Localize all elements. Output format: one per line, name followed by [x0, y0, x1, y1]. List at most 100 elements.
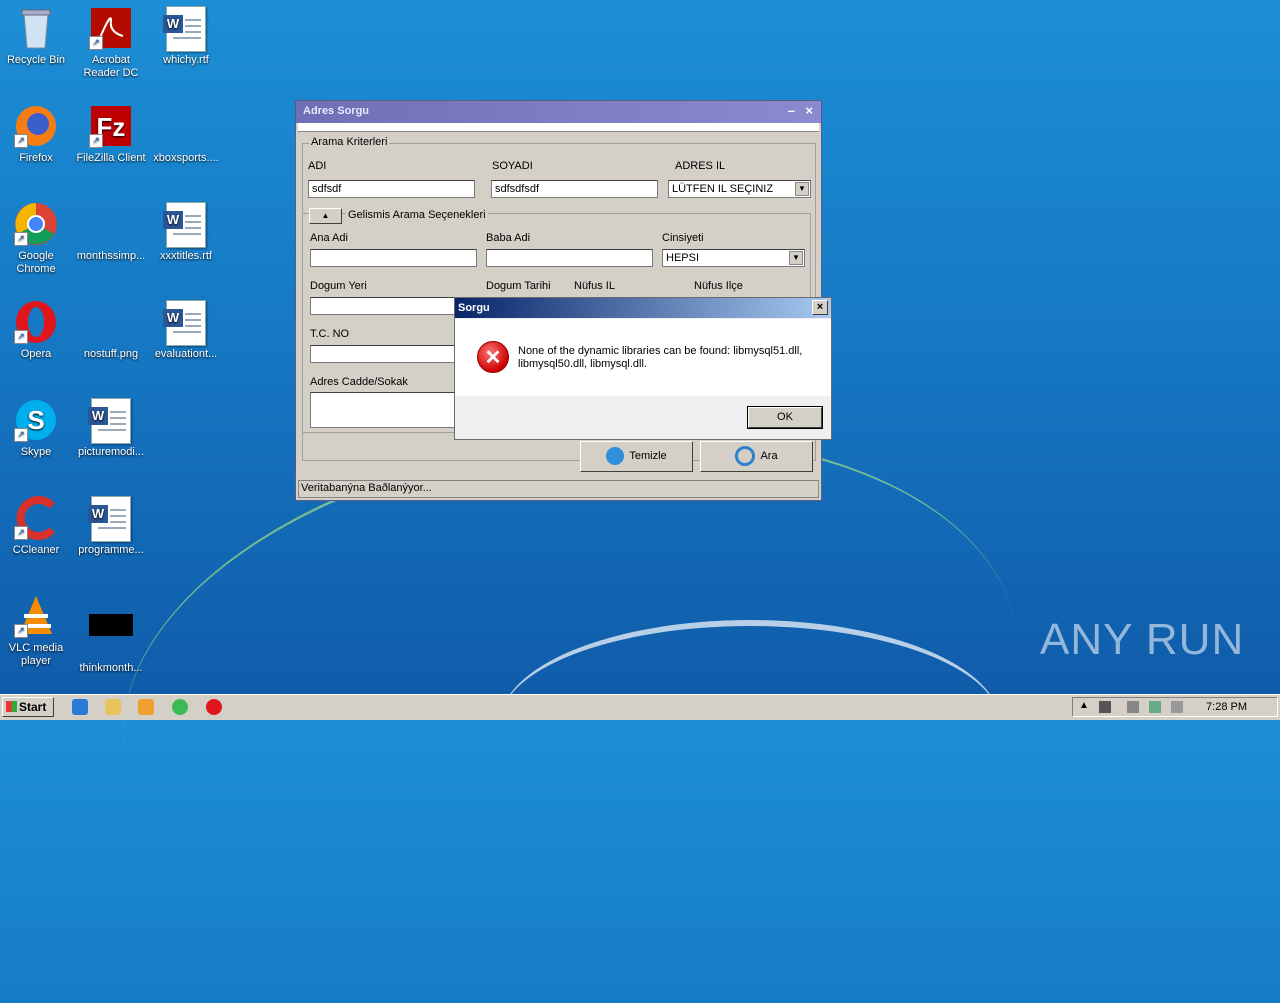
show-hidden-icons-icon[interactable]: ▲ — [1079, 700, 1089, 711]
desktop-icon-chrome[interactable]: ↗ Google Chrome — [0, 202, 72, 276]
ana-adi-label: Ana Adi — [310, 232, 348, 244]
flag-icon[interactable] — [1127, 701, 1139, 713]
shortcut-arrow-icon: ↗ — [89, 134, 103, 148]
desktop-icon-label: nostuff.png — [83, 348, 139, 360]
tc-no-input[interactable] — [310, 345, 477, 363]
tab-strip — [298, 123, 819, 132]
ara-button[interactable]: Ara — [700, 441, 813, 472]
desktop-icon-label: picturemodi... — [77, 446, 145, 458]
advanced-legend: Gelismis Arama Seçenekleri — [346, 209, 488, 221]
blank-file-icon — [89, 202, 133, 246]
temizle-button[interactable]: Temizle — [580, 441, 693, 472]
desktop-icon-skype[interactable]: S ↗ Skype — [0, 398, 72, 459]
adres-il-select[interactable]: LÜTFEN IL SEÇINIZ ▼ — [668, 180, 811, 198]
collapse-advanced-button[interactable]: ▲ — [309, 208, 342, 224]
cinsiyeti-value: HEPSI — [666, 252, 700, 264]
opera-taskbar-icon[interactable] — [206, 699, 222, 715]
chrome-icon: ↗ — [14, 202, 58, 246]
shortcut-arrow-icon: ↗ — [14, 428, 28, 442]
adres-cadde-input[interactable] — [310, 392, 477, 428]
desktop-icon-acrobat[interactable]: ↗ Acrobat Reader DC — [75, 6, 147, 80]
clock[interactable]: 7:28 PM — [1206, 701, 1247, 713]
chevron-down-icon[interactable]: ▼ — [789, 251, 803, 265]
security-icon[interactable] — [1099, 701, 1111, 713]
word-doc-icon: W — [88, 496, 133, 542]
skype-icon: S ↗ — [14, 398, 58, 442]
volume-icon[interactable] — [1171, 701, 1183, 713]
nufus-ilce-label: Nüfus Ilçe — [694, 280, 743, 292]
baba-adi-input[interactable] — [486, 249, 653, 267]
ok-button[interactable]: OK — [747, 406, 823, 429]
cinsiyeti-label: Cinsiyeti — [662, 232, 704, 244]
chrome-taskbar-icon[interactable] — [172, 699, 188, 715]
desktop-icon-label: xxxtitles.rtf — [160, 250, 212, 262]
ie-icon[interactable] — [72, 699, 88, 715]
explorer-icon[interactable] — [105, 699, 121, 715]
close-button[interactable]: × — [805, 101, 813, 121]
dialog-title: Sorgu — [458, 302, 490, 314]
ana-adi-input[interactable] — [310, 249, 477, 267]
desktop-icon-programme[interactable]: W programme... — [75, 496, 147, 557]
window-titlebar[interactable]: Adres Sorgu – × — [296, 101, 821, 123]
word-doc-icon: W — [163, 202, 208, 248]
desktop-icon-vlc[interactable]: ↗ VLC media player — [0, 594, 72, 668]
error-icon: ✕ — [477, 341, 509, 373]
desktop-icon-opera[interactable]: ↗ Opera — [0, 300, 72, 361]
taskbar: Start ▲ 7:28 PM — [0, 694, 1280, 720]
tc-no-label: T.C. NO — [310, 328, 350, 340]
dialog-close-button[interactable]: × — [812, 300, 828, 315]
shortcut-arrow-icon: ↗ — [14, 134, 28, 148]
desktop-icon-ccleaner[interactable]: ↗ CCleaner — [0, 496, 72, 557]
adres-il-value: LÜTFEN IL SEÇINIZ — [672, 183, 774, 195]
desktop-icon-label: evaluationt... — [154, 348, 218, 360]
desktop-icon-label: FileZilla Client — [76, 152, 146, 164]
desktop-icon-firefox[interactable]: ↗ Firefox — [0, 104, 72, 165]
dogum-yeri-input[interactable] — [310, 297, 477, 315]
soyadi-input[interactable]: sdfsdfsdf — [491, 180, 658, 198]
dogum-tarihi-label: Dogum Tarihi — [486, 280, 551, 292]
dialog-body: ✕ None of the dynamic libraries can be f… — [455, 319, 831, 396]
desktop-icon-label: xboxsports.... — [153, 152, 219, 164]
desktop-icon-filezilla[interactable]: Fz ↗ FileZilla Client — [75, 104, 147, 165]
desktop-icon-monthssimp[interactable]: monthssimp... — [75, 202, 147, 263]
desktop-icon-xxxtitles[interactable]: W xxxtitles.rtf — [150, 202, 222, 263]
desktop-icon-label: Firefox — [19, 152, 53, 164]
minimize-button[interactable]: – — [788, 101, 795, 121]
adi-input[interactable]: sdfsdf — [308, 180, 475, 198]
desktop-icon-label: Acrobat Reader DC — [83, 54, 139, 79]
desktop-icon-thinkmonth[interactable]: thinkmonth... — [75, 594, 147, 675]
dialog-titlebar[interactable]: Sorgu × — [455, 298, 831, 318]
desktop-icon-label: whichy.rtf — [163, 54, 209, 66]
desktop-icon-label: Opera — [20, 348, 52, 360]
desktop-icon-xboxsports[interactable]: xboxsports.... — [150, 104, 222, 165]
filezilla-icon: Fz ↗ — [89, 104, 133, 148]
desktop-icon-nostuff[interactable]: nostuff.png — [75, 300, 147, 361]
network-icon[interactable] — [1149, 701, 1161, 713]
desktop-icon-label: CCleaner — [12, 544, 60, 556]
windows-logo-icon — [6, 701, 17, 712]
refresh-icon — [606, 447, 625, 466]
chevron-down-icon[interactable]: ▼ — [795, 182, 809, 196]
ccleaner-icon: ↗ — [14, 496, 58, 540]
desktop-icon-whichy[interactable]: W whichy.rtf — [150, 6, 222, 67]
desktop-icon-evaluationt[interactable]: W evaluationt... — [150, 300, 222, 361]
dogum-yeri-label: Dogum Yeri — [310, 280, 367, 292]
desktop-icon-recycle-bin[interactable]: Recycle Bin — [0, 6, 72, 67]
adres-cadde-label: Adres Cadde/Sokak — [310, 376, 408, 388]
adi-label: ADI — [308, 160, 327, 172]
baba-adi-label: Baba Adi — [486, 232, 531, 244]
opera-icon: ↗ — [14, 300, 58, 344]
media-player-icon[interactable] — [138, 699, 154, 715]
blank-file-icon — [164, 104, 208, 148]
cinsiyeti-select[interactable]: HEPSI ▼ — [662, 249, 805, 267]
soyadi-label: SOYADI — [492, 160, 533, 172]
desktop-icon-picturemodi[interactable]: W picturemodi... — [75, 398, 147, 459]
desktop-icon-label: Google Chrome — [16, 250, 56, 275]
status-bar: Veritabanýna Baðlanýyor... — [298, 480, 819, 498]
dialog-message: None of the dynamic libraries can be fou… — [518, 345, 803, 370]
start-button[interactable]: Start — [2, 697, 54, 717]
search-icon — [735, 446, 756, 467]
wallpaper-glow — [500, 620, 1000, 826]
desktop-icon-label: monthssimp... — [76, 250, 146, 262]
shortcut-arrow-icon: ↗ — [14, 330, 28, 344]
